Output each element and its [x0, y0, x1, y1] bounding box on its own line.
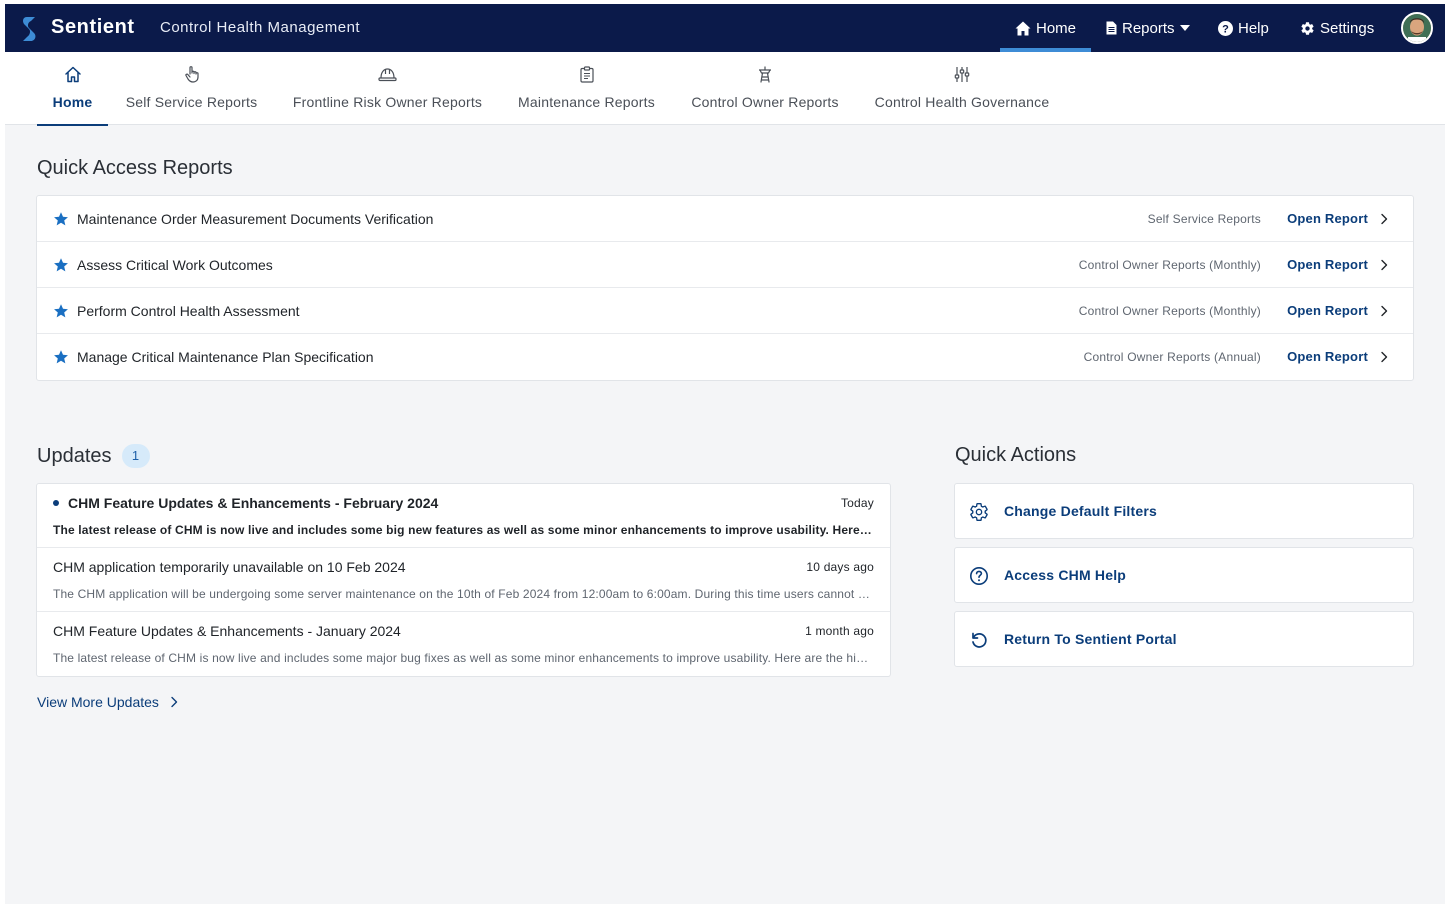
document-icon: [1106, 21, 1117, 35]
user-avatar[interactable]: [1401, 12, 1433, 44]
chevron-right-icon[interactable]: [1378, 305, 1390, 317]
change-default-filters-button[interactable]: Change Default Filters: [954, 483, 1414, 539]
update-item[interactable]: CHM Feature Updates & Enhancements - Feb…: [37, 484, 890, 548]
return-to-sentient-portal-button[interactable]: Return To Sentient Portal: [954, 611, 1414, 667]
report-name: Maintenance Order Measurement Documents …: [77, 211, 434, 227]
topnav-reports-label: Reports: [1122, 19, 1175, 37]
tab-control-health-governance-label: Control Health Governance: [874, 94, 1050, 110]
section-tabs: Home Self Service Reports Frontline Risk…: [5, 52, 1445, 126]
view-more-updates-link[interactable]: View More Updates: [37, 694, 179, 710]
quick-action-label: Return To Sentient Portal: [1004, 631, 1177, 647]
open-report-link[interactable]: Open Report: [1287, 257, 1368, 272]
tab-self-service-reports[interactable]: Self Service Reports: [123, 52, 260, 125]
update-title: CHM Feature Updates & Enhancements - Jan…: [53, 623, 401, 639]
svg-text:?: ?: [1222, 23, 1229, 35]
topnav-reports[interactable]: Reports: [1106, 18, 1190, 38]
chevron-right-icon[interactable]: [1378, 351, 1390, 363]
tab-control-owner-reports[interactable]: Control Owner Reports: [689, 52, 841, 125]
open-report-link[interactable]: Open Report: [1287, 211, 1368, 226]
quick-action-label: Access CHM Help: [1004, 567, 1127, 583]
report-category: Control Owner Reports (Monthly): [1078, 258, 1261, 272]
chevron-right-icon: [171, 696, 178, 708]
question-circle-icon: [970, 567, 988, 585]
quick-access-item[interactable]: Maintenance Order Measurement Documents …: [37, 196, 1413, 242]
report-name: Perform Control Health Assessment: [77, 303, 300, 319]
quick-access-item[interactable]: Assess Critical Work Outcomes Control Ow…: [37, 242, 1413, 288]
report-category: Self Service Reports: [1147, 212, 1261, 226]
update-summary: The latest release of CHM is now live an…: [53, 651, 874, 665]
tab-home-label: Home: [52, 94, 93, 110]
tab-control-owner-reports-label: Control Owner Reports: [691, 94, 839, 110]
report-name: Assess Critical Work Outcomes: [77, 257, 273, 273]
user-photo-icon: [1403, 14, 1431, 42]
topnav-help-label: Help: [1238, 19, 1269, 37]
update-summary: The CHM application will be undergoing s…: [53, 587, 874, 601]
tower-icon: [759, 65, 771, 83]
sentient-logo-icon[interactable]: [20, 16, 40, 42]
tab-home[interactable]: Home: [37, 52, 108, 126]
quick-access-item[interactable]: Manage Critical Maintenance Plan Specifi…: [37, 334, 1413, 380]
updates-list: CHM Feature Updates & Enhancements - Feb…: [36, 483, 891, 677]
quick-access-title: Quick Access Reports: [37, 157, 233, 179]
report-category: Control Owner Reports (Annual): [1083, 350, 1261, 364]
update-item[interactable]: CHM application temporarily unavailable …: [37, 548, 890, 612]
update-title: CHM application temporarily unavailable …: [53, 559, 406, 575]
tab-maintenance-reports-label: Maintenance Reports: [518, 94, 655, 110]
update-summary: The latest release of CHM is now live an…: [53, 523, 874, 537]
quick-access-list: Maintenance Order Measurement Documents …: [36, 195, 1414, 381]
question-icon: ?: [1218, 20, 1233, 36]
gear-icon: [970, 503, 988, 522]
topnav-help[interactable]: ? Help: [1218, 18, 1269, 38]
home-icon: [1015, 21, 1031, 35]
pointer-hand-icon: [184, 66, 199, 83]
report-name: Manage Critical Maintenance Plan Specifi…: [77, 349, 374, 365]
open-report-link[interactable]: Open Report: [1287, 303, 1368, 318]
topnav-settings[interactable]: Settings: [1300, 18, 1374, 38]
tab-frontline-risk-owner-reports-label: Frontline Risk Owner Reports: [292, 94, 483, 110]
return-arrow-icon: [972, 632, 987, 648]
app-frame: Sentient Control Health Management Home …: [5, 4, 1445, 904]
app-title: Control Health Management: [160, 19, 361, 36]
update-time: Today: [840, 496, 874, 510]
updates-count-badge: 1: [121, 444, 150, 468]
topnav-home-label: Home: [1036, 19, 1077, 37]
update-item[interactable]: CHM Feature Updates & Enhancements - Jan…: [37, 612, 890, 676]
updates-heading: Updates 1: [37, 444, 150, 468]
quick-action-label: Change Default Filters: [1004, 503, 1157, 519]
star-icon[interactable]: [53, 211, 69, 227]
tab-control-health-governance[interactable]: Control Health Governance: [872, 52, 1052, 125]
star-icon[interactable]: [53, 303, 69, 319]
quick-actions-title: Quick Actions: [955, 444, 1077, 466]
view-more-updates-label: View More Updates: [37, 694, 159, 710]
update-title: CHM Feature Updates & Enhancements - Feb…: [68, 495, 439, 511]
update-time: 10 days ago: [806, 560, 874, 574]
star-icon[interactable]: [53, 349, 69, 365]
tab-maintenance-reports[interactable]: Maintenance Reports: [515, 52, 658, 125]
gear-icon: [1301, 21, 1314, 35]
sliders-icon: [954, 66, 970, 82]
report-category: Control Owner Reports (Monthly): [1078, 304, 1261, 318]
open-report-link[interactable]: Open Report: [1287, 349, 1368, 364]
chevron-right-icon[interactable]: [1378, 259, 1390, 271]
update-time: 1 month ago: [805, 624, 874, 638]
unread-dot-icon: [53, 500, 59, 506]
topnav-home[interactable]: Home: [1015, 18, 1076, 38]
brand-name[interactable]: Sentient: [51, 16, 135, 39]
caret-down-icon: [1179, 25, 1190, 31]
clipboard-icon: [579, 65, 594, 83]
home-icon: [64, 66, 81, 82]
access-chm-help-button[interactable]: Access CHM Help: [954, 547, 1414, 603]
hard-hat-icon: [378, 67, 397, 81]
updates-title: Updates: [37, 444, 112, 467]
tab-self-service-reports-label: Self Service Reports: [125, 94, 258, 110]
tab-frontline-risk-owner-reports[interactable]: Frontline Risk Owner Reports: [290, 52, 485, 125]
chevron-right-icon[interactable]: [1378, 213, 1390, 225]
star-icon[interactable]: [53, 257, 69, 273]
top-bar: Sentient Control Health Management Home …: [5, 4, 1445, 52]
quick-access-item[interactable]: Perform Control Health Assessment Contro…: [37, 288, 1413, 334]
topnav-settings-label: Settings: [1320, 19, 1375, 37]
